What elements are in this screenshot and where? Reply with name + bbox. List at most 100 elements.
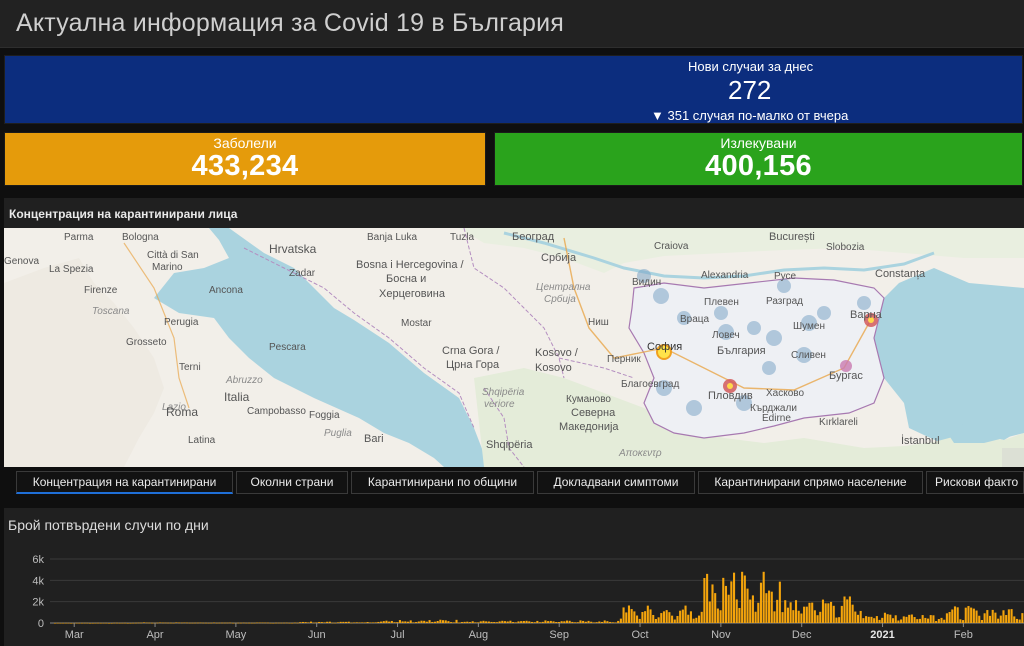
daily-bar bbox=[102, 622, 105, 624]
daily-bar bbox=[633, 611, 636, 623]
heat-blob bbox=[762, 361, 776, 375]
daily-bar bbox=[816, 615, 819, 623]
label-latina: Latina bbox=[188, 435, 216, 446]
label-toscana: Toscana bbox=[92, 306, 130, 317]
daily-bar bbox=[835, 617, 838, 623]
daily-bar bbox=[56, 622, 59, 624]
daily-bar bbox=[574, 622, 577, 623]
daily-cases-chart[interactable]: 0 2k 4k 6k Mar Apr May Jun Jul Aug Sep Oct Nov Dec 202… bbox=[4, 508, 1024, 646]
daily-bar bbox=[622, 607, 625, 623]
daily-bar bbox=[191, 622, 194, 624]
daily-bar bbox=[706, 573, 709, 623]
daily-bar bbox=[272, 622, 275, 624]
label-crna-gora2: Црна Гора bbox=[446, 359, 500, 371]
daily-bar bbox=[824, 603, 827, 623]
heat-blob bbox=[686, 400, 702, 416]
quarantine-map[interactable]: Genova Parma Bologna La Spezia Firenze T… bbox=[4, 228, 1024, 467]
daily-bar bbox=[506, 621, 509, 623]
daily-bar bbox=[862, 618, 865, 623]
daily-bar bbox=[727, 594, 730, 623]
daily-bar bbox=[361, 622, 364, 623]
daily-bar bbox=[175, 622, 178, 624]
daily-bar bbox=[393, 622, 396, 623]
daily-bar bbox=[819, 611, 822, 623]
daily-bar bbox=[932, 615, 935, 623]
label-genova: Genova bbox=[4, 256, 39, 267]
daily-bar bbox=[412, 622, 415, 623]
daily-bar bbox=[937, 619, 940, 623]
daily-bar bbox=[67, 622, 70, 624]
daily-bar bbox=[668, 612, 671, 623]
label-terni: Terni bbox=[179, 362, 201, 373]
daily-bar bbox=[560, 621, 563, 623]
daily-bar bbox=[547, 621, 550, 623]
daily-bar bbox=[309, 621, 313, 623]
daily-bar bbox=[536, 620, 539, 623]
tab-quarantine-by-municipality[interactable]: Карантинирани по общини bbox=[351, 471, 534, 494]
daily-bar bbox=[687, 614, 690, 623]
daily-bar bbox=[644, 611, 647, 623]
x-tick-label: Nov bbox=[711, 629, 731, 641]
daily-bar bbox=[97, 622, 100, 624]
daily-bar bbox=[455, 619, 458, 623]
daily-bar bbox=[676, 615, 679, 623]
daily-bar bbox=[662, 611, 666, 623]
daily-bar bbox=[846, 599, 849, 623]
daily-bar bbox=[514, 622, 517, 623]
daily-bar bbox=[611, 622, 614, 623]
tab-risk-factors[interactable]: Рискови факто bbox=[926, 471, 1024, 494]
tab-neighbor-countries[interactable]: Околни страни bbox=[236, 471, 348, 494]
label-vidin: Видин bbox=[632, 277, 661, 288]
daily-bar bbox=[428, 620, 431, 623]
daily-bar bbox=[210, 622, 213, 624]
tab-quarantine-vs-population[interactable]: Карантинирани спрямо население bbox=[698, 471, 923, 494]
label-razgrad: Разград bbox=[766, 296, 803, 307]
daily-bar bbox=[477, 622, 480, 623]
daily-bar bbox=[870, 616, 873, 623]
daily-bar bbox=[283, 622, 286, 624]
daily-bar bbox=[75, 622, 78, 624]
daily-bar bbox=[183, 622, 186, 624]
map-canvas[interactable]: Genova Parma Bologna La Spezia Firenze T… bbox=[4, 228, 1024, 467]
daily-bar bbox=[918, 618, 922, 623]
daily-bar bbox=[485, 621, 488, 623]
tab-quarantine-concentration[interactable]: Концентрация на карантинирани bbox=[16, 471, 233, 494]
x-tick-label: Aug bbox=[469, 629, 489, 641]
label-pescara: Pescara bbox=[269, 342, 306, 353]
sick-value: 433,234 bbox=[191, 150, 299, 182]
daily-bar bbox=[1002, 610, 1005, 623]
label-puglia: Puglia bbox=[324, 428, 352, 439]
daily-bar bbox=[420, 620, 423, 623]
daily-bar bbox=[89, 622, 92, 624]
daily-bar bbox=[328, 621, 331, 623]
new-cases-label: Нови случаи за днес bbox=[688, 59, 814, 74]
daily-bar bbox=[132, 622, 135, 624]
daily-bar bbox=[490, 621, 493, 623]
label-haskovo: Хасково bbox=[766, 388, 804, 399]
daily-bar bbox=[617, 620, 620, 623]
daily-bar bbox=[390, 620, 393, 623]
daily-bar bbox=[805, 606, 808, 623]
x-tick-label: Feb bbox=[954, 629, 973, 641]
daily-bar bbox=[821, 599, 825, 623]
daily-bar bbox=[221, 622, 224, 624]
daily-bar bbox=[988, 615, 992, 623]
daily-bar bbox=[406, 621, 410, 623]
daily-bar bbox=[307, 622, 310, 623]
daily-bar bbox=[417, 621, 420, 623]
daily-bar bbox=[765, 593, 768, 623]
daily-bar bbox=[738, 607, 741, 623]
daily-bar bbox=[697, 615, 701, 623]
daily-bar bbox=[331, 622, 334, 624]
heat-blob bbox=[714, 306, 728, 320]
label-shqiperia-verio: Shqipëria bbox=[482, 387, 525, 398]
label-pernik: Перник bbox=[607, 354, 641, 365]
daily-bar bbox=[681, 609, 684, 623]
daily-bar bbox=[466, 621, 469, 623]
daily-bar bbox=[142, 622, 146, 623]
daily-bar bbox=[832, 605, 835, 623]
daily-bar bbox=[482, 620, 485, 623]
daily-bar bbox=[873, 618, 876, 623]
daily-bar bbox=[671, 615, 674, 623]
tab-reported-symptoms[interactable]: Докладвани симптоми bbox=[537, 471, 695, 494]
